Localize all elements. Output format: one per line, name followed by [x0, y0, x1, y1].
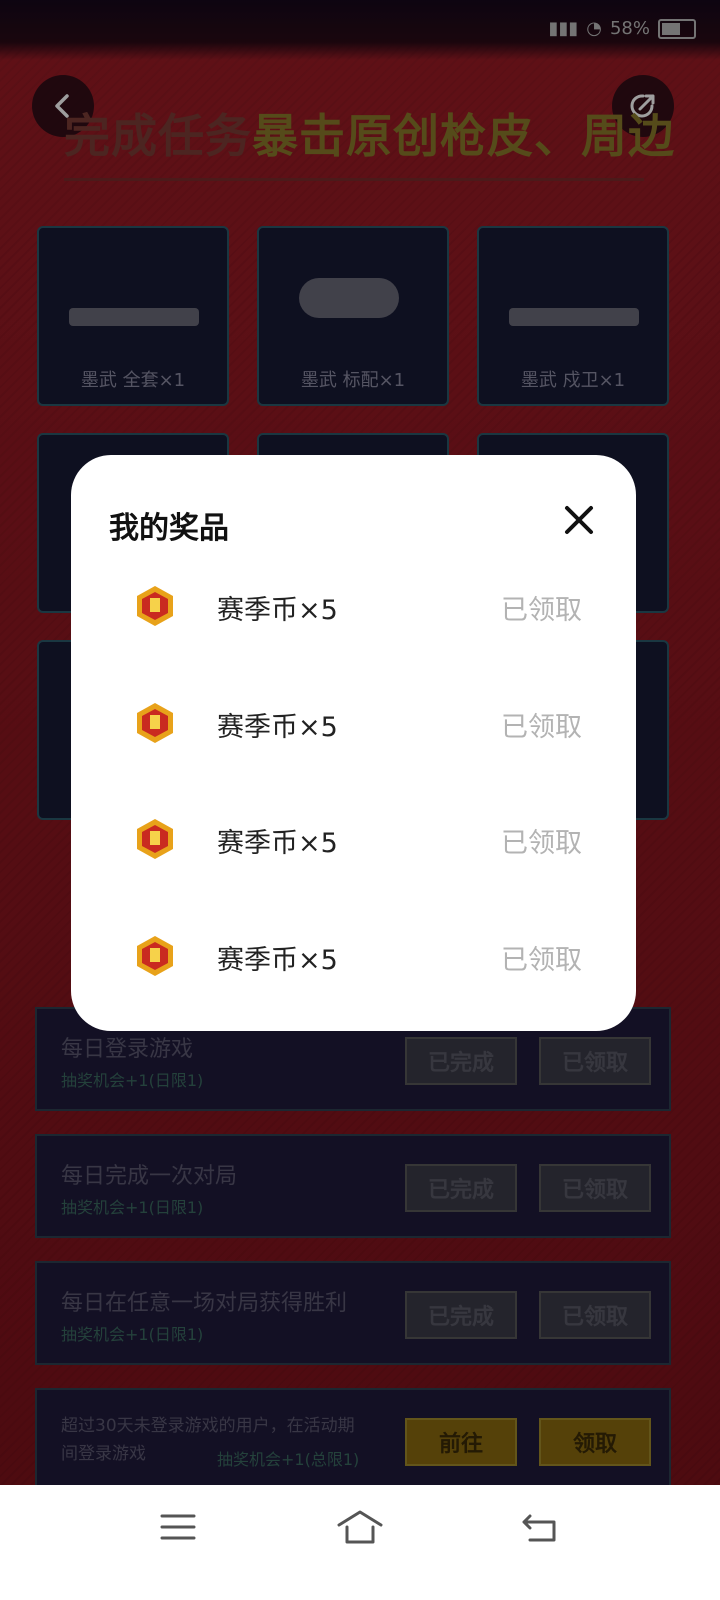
return-icon [522, 1514, 556, 1542]
season-coin-icon [137, 703, 173, 743]
close-icon [565, 506, 593, 534]
menu-icon [160, 1514, 196, 1540]
home-icon [337, 1510, 383, 1544]
prize-row: 赛季币×5 已领取 [71, 693, 636, 753]
prize-name: 赛季币×5 [217, 712, 338, 743]
prize-status: 已领取 [501, 828, 582, 859]
home-button[interactable] [330, 1507, 390, 1547]
back-nav-button[interactable] [510, 1507, 570, 1547]
season-coin-icon [137, 586, 173, 626]
season-coin-icon [137, 936, 173, 976]
prize-status: 已领取 [501, 945, 582, 976]
my-prizes-dialog: 我的奖品 赛季币×5 已领取 赛季币×5 已领取 赛季币×5 已领取 赛季币×5… [71, 455, 636, 1031]
prize-row: 赛季币×5 已领取 [71, 809, 636, 869]
prize-name: 赛季币×5 [217, 595, 338, 626]
prize-status: 已领取 [501, 712, 582, 743]
prize-row: 赛季币×5 已领取 [71, 576, 636, 636]
prize-name: 赛季币×5 [217, 945, 338, 976]
prize-name: 赛季币×5 [217, 828, 338, 859]
prize-status: 已领取 [501, 595, 582, 626]
menu-button[interactable] [148, 1507, 208, 1547]
system-navigation-bar [0, 1485, 720, 1600]
prize-row: 赛季币×5 已领取 [71, 926, 636, 986]
close-button[interactable] [559, 500, 599, 540]
season-coin-icon [137, 819, 173, 859]
dialog-title: 我的奖品 [109, 511, 229, 546]
